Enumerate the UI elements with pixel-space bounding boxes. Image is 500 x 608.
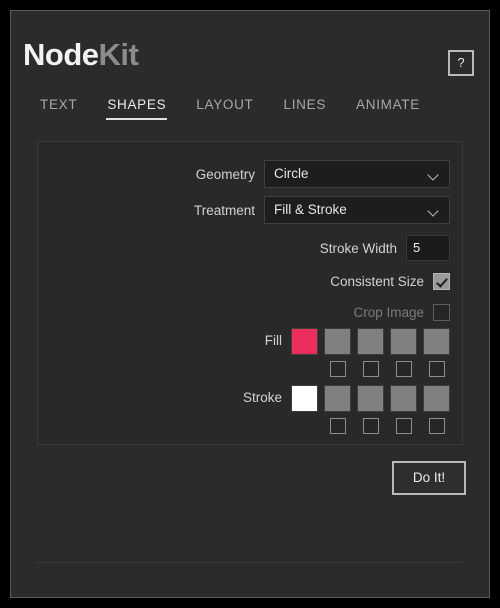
tab-animate[interactable]: ANIMATE bbox=[355, 95, 421, 120]
tab-shapes[interactable]: SHAPES bbox=[106, 95, 168, 120]
nodekit-window: NodeKit ? TEXT SHAPES LAYOUT LINES ANIMATE G… bbox=[10, 10, 490, 598]
stroke-swatch-4[interactable] bbox=[423, 385, 450, 412]
fill-swatch-col-2 bbox=[357, 328, 384, 377]
fill-swatch-col-4 bbox=[423, 328, 450, 377]
crop-image-row: Crop Image bbox=[38, 298, 450, 326]
geometry-select[interactable]: Circle bbox=[264, 160, 450, 188]
stroke-swatch-col-2 bbox=[357, 385, 384, 434]
do-it-button[interactable]: Do It! bbox=[392, 461, 466, 495]
stroke-width-input[interactable]: 5 bbox=[406, 235, 450, 261]
help-button[interactable]: ? bbox=[448, 50, 474, 76]
fill-swatch-checkbox-3[interactable] bbox=[395, 361, 412, 377]
app-logo: NodeKit bbox=[23, 37, 139, 72]
stroke-row: Stroke bbox=[38, 385, 450, 434]
treatment-select[interactable]: Fill & Stroke bbox=[264, 196, 450, 224]
logo-text-secondary: Kit bbox=[98, 37, 139, 72]
stroke-swatch-col-1 bbox=[324, 385, 351, 434]
fill-label: Fill bbox=[264, 333, 282, 348]
fill-swatch-4[interactable] bbox=[423, 328, 450, 355]
crop-image-label: Crop Image bbox=[353, 304, 424, 320]
stroke-swatch-spacer bbox=[297, 418, 313, 434]
fill-swatch-col-3 bbox=[390, 328, 417, 377]
stroke-width-label: Stroke Width bbox=[319, 240, 397, 256]
chevron-down-icon bbox=[429, 171, 438, 180]
treatment-select-value: Fill & Stroke bbox=[274, 202, 347, 217]
tab-bar: TEXT SHAPES LAYOUT LINES ANIMATE bbox=[11, 95, 489, 135]
stroke-swatch-col-3 bbox=[390, 385, 417, 434]
stroke-swatch-checkbox-1[interactable] bbox=[329, 418, 346, 434]
crop-image-checkbox[interactable] bbox=[433, 303, 450, 321]
fill-swatch-active[interactable] bbox=[291, 328, 318, 355]
stroke-swatch-col-0 bbox=[291, 385, 318, 434]
treatment-row: Treatment Fill & Stroke bbox=[38, 196, 450, 224]
geometry-row: Geometry Circle bbox=[38, 160, 450, 188]
consistent-size-checkbox[interactable] bbox=[433, 272, 450, 290]
stroke-swatch-checkbox-3[interactable] bbox=[395, 418, 412, 434]
stroke-swatch-col-4 bbox=[423, 385, 450, 434]
lower-empty-region bbox=[37, 507, 463, 563]
stroke-swatch-checkbox-4[interactable] bbox=[428, 418, 445, 434]
stroke-swatch-2[interactable] bbox=[357, 385, 384, 412]
fill-swatch-group bbox=[291, 328, 450, 377]
stroke-label: Stroke bbox=[242, 390, 282, 405]
app-frame: NodeKit ? TEXT SHAPES LAYOUT LINES ANIMATE G… bbox=[0, 0, 500, 608]
tab-lines[interactable]: LINES bbox=[283, 95, 328, 120]
fill-swatch-col-1 bbox=[324, 328, 351, 377]
stroke-swatch-3[interactable] bbox=[390, 385, 417, 412]
fill-row: Fill bbox=[38, 328, 450, 377]
fill-swatch-1[interactable] bbox=[324, 328, 351, 355]
treatment-label: Treatment bbox=[193, 202, 255, 218]
logo-text-primary: Node bbox=[23, 37, 99, 72]
chevron-down-icon bbox=[429, 207, 438, 216]
tab-text[interactable]: TEXT bbox=[39, 95, 78, 120]
fill-swatch-checkbox-4[interactable] bbox=[428, 361, 445, 377]
header: NodeKit ? bbox=[11, 11, 489, 89]
stroke-width-row: Stroke Width 5 bbox=[38, 234, 450, 262]
consistent-size-label: Consistent Size bbox=[330, 273, 424, 289]
shapes-content-panel: Geometry Circle Treatment Fill & Stroke … bbox=[37, 141, 463, 445]
fill-swatch-checkbox-2[interactable] bbox=[362, 361, 379, 377]
fill-swatch-spacer bbox=[297, 361, 313, 377]
fill-swatch-2[interactable] bbox=[357, 328, 384, 355]
fill-swatch-3[interactable] bbox=[390, 328, 417, 355]
geometry-label: Geometry bbox=[195, 166, 255, 182]
stroke-swatch-group bbox=[291, 385, 450, 434]
consistent-size-row: Consistent Size bbox=[38, 267, 450, 295]
stroke-swatch-active[interactable] bbox=[291, 385, 318, 412]
stroke-swatch-checkbox-2[interactable] bbox=[362, 418, 379, 434]
fill-swatch-col-0 bbox=[291, 328, 318, 377]
fill-swatch-checkbox-1[interactable] bbox=[329, 361, 346, 377]
geometry-select-value: Circle bbox=[274, 166, 309, 181]
stroke-swatch-1[interactable] bbox=[324, 385, 351, 412]
tab-layout[interactable]: LAYOUT bbox=[195, 95, 254, 120]
